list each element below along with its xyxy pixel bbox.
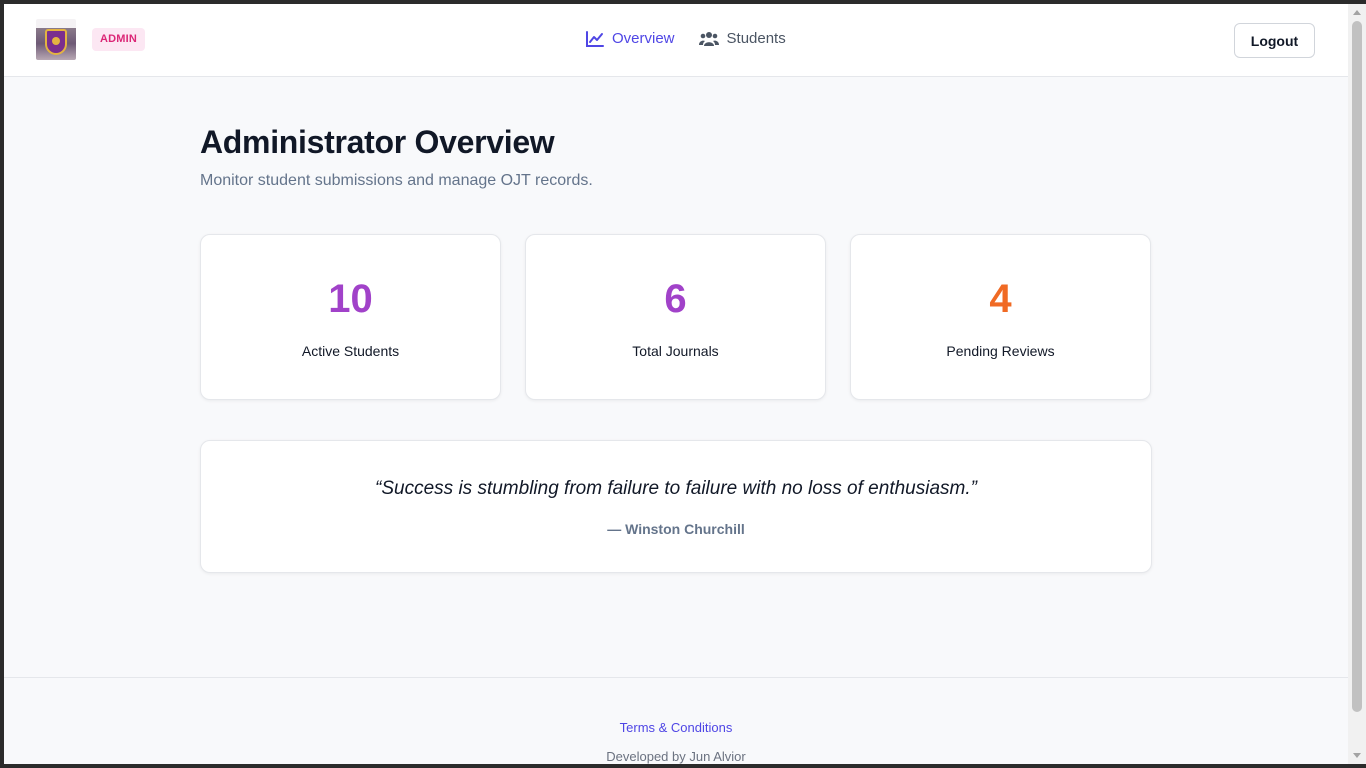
stat-value: 10	[328, 277, 373, 321]
scroll-down-icon[interactable]	[1353, 753, 1361, 758]
stat-value: 4	[989, 277, 1012, 321]
quote-author: — Winston Churchill	[607, 521, 745, 537]
quote-text: “Success is stumbling from failure to fa…	[375, 478, 977, 499]
crest-icon	[45, 29, 67, 55]
page-title: Administrator Overview	[200, 124, 555, 160]
users-icon	[698, 31, 719, 46]
developer-credit: Developed by Jun Alvior	[606, 749, 746, 764]
stat-label: Total Journals	[632, 343, 719, 359]
role-badge: ADMIN	[92, 28, 146, 51]
page-footer: Terms & Conditions Developed by Jun Alvi…	[4, 677, 1348, 764]
nav-students-label: Students	[726, 30, 786, 47]
nav-students[interactable]: Students	[698, 30, 786, 47]
stat-label: Pending Reviews	[946, 343, 1055, 359]
stat-card-total-journals: 6 Total Journals	[525, 234, 826, 400]
vertical-scrollbar[interactable]	[1348, 4, 1366, 764]
main-nav: Overview Students	[586, 30, 786, 47]
logout-button[interactable]: Logout	[1234, 23, 1315, 58]
top-navbar: ADMIN Overview Students Logout	[4, 4, 1348, 77]
scrollbar-thumb[interactable]	[1352, 21, 1362, 712]
quote-card: “Success is stumbling from failure to fa…	[200, 440, 1152, 573]
nav-overview-label: Overview	[612, 30, 675, 47]
school-logo[interactable]	[36, 19, 76, 60]
terms-link[interactable]: Terms & Conditions	[4, 720, 1348, 735]
stat-card-pending-reviews: 4 Pending Reviews	[850, 234, 1151, 400]
stat-label: Active Students	[301, 343, 400, 359]
browser-viewport: ADMIN Overview Students Logout Administr…	[4, 4, 1348, 764]
page-subtitle: Monitor student submissions and manage O…	[200, 172, 593, 189]
nav-overview[interactable]: Overview	[586, 30, 675, 47]
stat-value: 6	[664, 277, 687, 321]
stat-card-active-students: 10 Active Students	[200, 234, 501, 400]
chart-line-icon	[586, 30, 604, 47]
scroll-up-icon[interactable]	[1353, 10, 1361, 15]
